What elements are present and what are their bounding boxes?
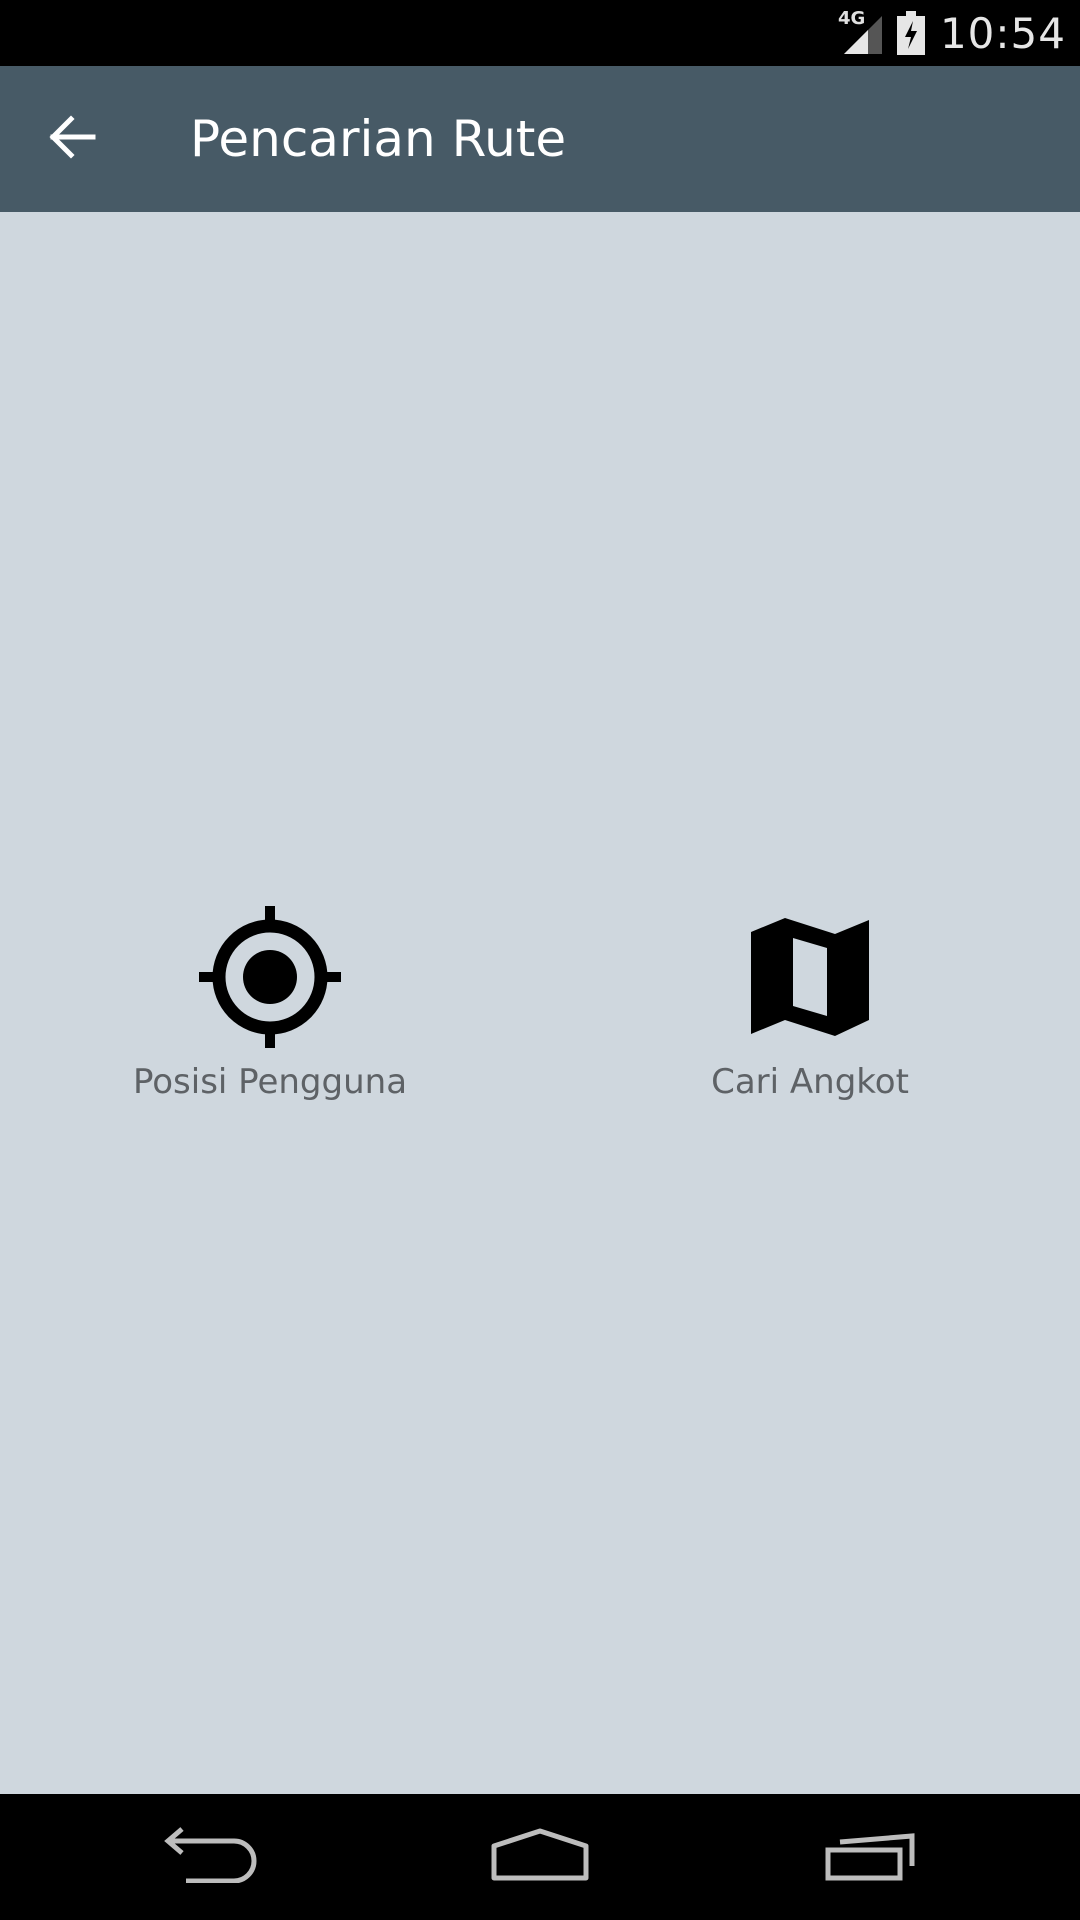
page-title: Pencarian Rute [190, 110, 567, 168]
user-position-label: Posisi Pengguna [132, 1062, 408, 1102]
signal-icon: 4G [838, 8, 882, 54]
navigation-bar [0, 1794, 1080, 1920]
status-icons: 4G 10:54 [838, 0, 1066, 66]
arrow-back-icon [49, 114, 97, 164]
status-bar: 4G 10:54 [0, 0, 1080, 66]
map-icon [735, 902, 885, 1052]
nav-home-icon [490, 1828, 590, 1887]
find-angkot-button[interactable]: Cari Angkot [540, 902, 1080, 1132]
nav-recents-icon [824, 1828, 920, 1887]
my-location-icon [195, 902, 345, 1052]
nav-back-button[interactable] [110, 1794, 310, 1920]
nav-home-button[interactable] [440, 1794, 640, 1920]
nav-recents-button[interactable] [772, 1794, 972, 1920]
screen: 4G 10:54 Pencarian Rute Posisi Pengguna … [0, 0, 1080, 1920]
status-time: 10:54 [939, 8, 1066, 58]
nav-back-icon [162, 1826, 258, 1888]
find-angkot-label: Cari Angkot [711, 1062, 909, 1102]
battery-charging-icon [896, 11, 926, 55]
app-bar: Pencarian Rute [0, 66, 1080, 212]
back-button[interactable] [30, 99, 116, 179]
content-area: Posisi Pengguna Cari Angkot [0, 212, 1080, 1794]
user-position-button[interactable]: Posisi Pengguna [0, 902, 540, 1132]
